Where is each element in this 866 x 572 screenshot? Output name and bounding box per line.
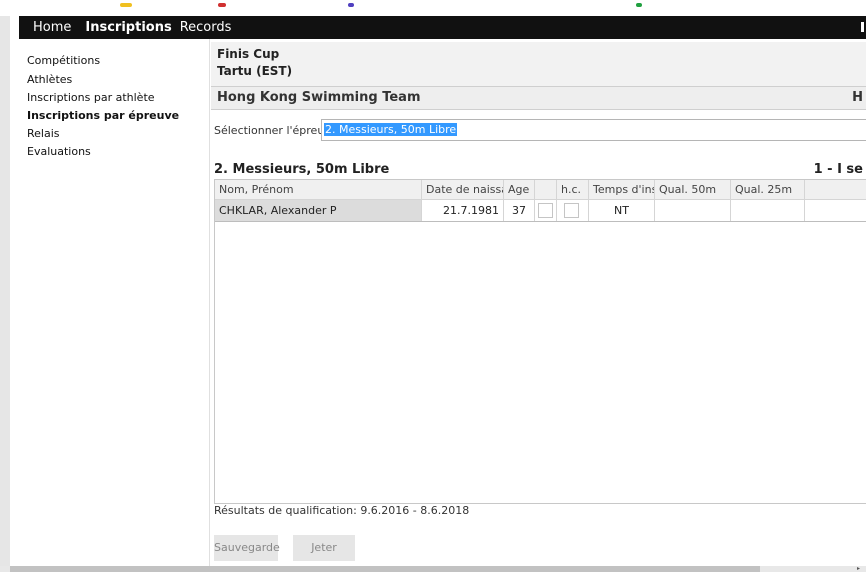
event-select-value[interactable]: 2. Messieurs, 50m Libre (324, 123, 458, 136)
sidebar-item-entries-by-event[interactable]: Inscriptions par épreuve (27, 109, 179, 122)
top-navbar: Home Inscriptions Records (19, 16, 866, 39)
event-heat-info: 1 - I se (813, 162, 863, 177)
sidebar-item-relays[interactable]: Relais (27, 127, 60, 140)
window-gutter (0, 16, 10, 572)
col-header-age[interactable]: Age (504, 180, 535, 199)
table-header: Nom, Prénom Date de naissa Age h.c. Temp… (215, 180, 866, 200)
cell-extra (805, 200, 866, 221)
col-header-entry-time[interactable]: Temps d'insc (589, 180, 655, 199)
sidebar: Compétitions Athlètes Inscriptions par a… (19, 39, 210, 566)
nav-records[interactable]: Records (172, 20, 232, 35)
horizontal-scrollbar[interactable]: ▸ (0, 566, 866, 572)
bookmark-icon (636, 3, 642, 7)
cell-qual-25m (731, 200, 805, 221)
sidebar-item-entries-by-athlete[interactable]: Inscriptions par athlète (27, 91, 155, 104)
event-select-input[interactable]: 2. Messieurs, 50m Libre (321, 119, 866, 141)
event-select-row: Sélectionner l'épreuve: 2. Messieurs, 50… (214, 119, 866, 141)
scrollbar-thumb[interactable] (10, 566, 760, 572)
col-header-extra (805, 180, 866, 199)
table-row[interactable]: CHKLAR, Alexander P 21.7.1981 37 NT (215, 200, 866, 222)
nav-home[interactable]: Home (19, 20, 71, 35)
competition-location: Tartu (EST) (217, 64, 293, 78)
bookmark-icon (218, 3, 226, 7)
cell-hc (557, 200, 589, 221)
col-header-birthdate[interactable]: Date de naissa (422, 180, 504, 199)
hc-checkbox[interactable] (564, 203, 579, 218)
entries-table: Nom, Prénom Date de naissa Age h.c. Temp… (214, 179, 866, 504)
cell-birthdate: 21.7.1981 (422, 200, 504, 221)
col-header-qual-25m[interactable]: Qual. 25m (731, 180, 805, 199)
event-title: 2. Messieurs, 50m Libre (214, 162, 390, 177)
competition-header: Finis Cup Tartu (EST) (211, 42, 866, 86)
row-checkbox[interactable] (538, 203, 553, 218)
cell-age: 37 (504, 200, 535, 221)
bookmark-icon (348, 3, 354, 7)
cell-qual-50m (655, 200, 731, 221)
team-name: Hong Kong Swimming Team (217, 90, 421, 105)
qualification-period: Résultats de qualification: 9.6.2016 - 8… (214, 504, 470, 517)
scroll-right-arrow-icon[interactable]: ▸ (857, 566, 860, 572)
team-bar: Hong Kong Swimming Team H (211, 86, 866, 110)
sidebar-item-competitions[interactable]: Compétitions (27, 54, 100, 67)
team-bar-right-text: H (852, 90, 863, 105)
save-button[interactable]: Sauvegarde (214, 535, 280, 561)
nav-inscriptions[interactable]: Inscriptions (71, 20, 171, 35)
col-header-qual-50m[interactable]: Qual. 50m (655, 180, 731, 199)
col-header-check[interactable] (535, 180, 557, 199)
competition-name: Finis Cup (217, 47, 280, 61)
col-header-hc[interactable]: h.c. (557, 180, 589, 199)
discard-button[interactable]: Jeter (293, 535, 355, 561)
browser-toolbar-strip (0, 0, 866, 16)
bookmark-icon (120, 3, 132, 7)
cell-name[interactable]: CHKLAR, Alexander P (215, 200, 422, 221)
navbar-edge-mark (861, 22, 864, 32)
cell-check (535, 200, 557, 221)
col-header-name[interactable]: Nom, Prénom (215, 180, 422, 199)
sidebar-item-evaluations[interactable]: Evaluations (27, 145, 91, 158)
main-content: Finis Cup Tartu (EST) Hong Kong Swimming… (210, 39, 866, 566)
cell-entry-time[interactable]: NT (589, 200, 655, 221)
sidebar-item-athletes[interactable]: Athlètes (27, 73, 72, 86)
